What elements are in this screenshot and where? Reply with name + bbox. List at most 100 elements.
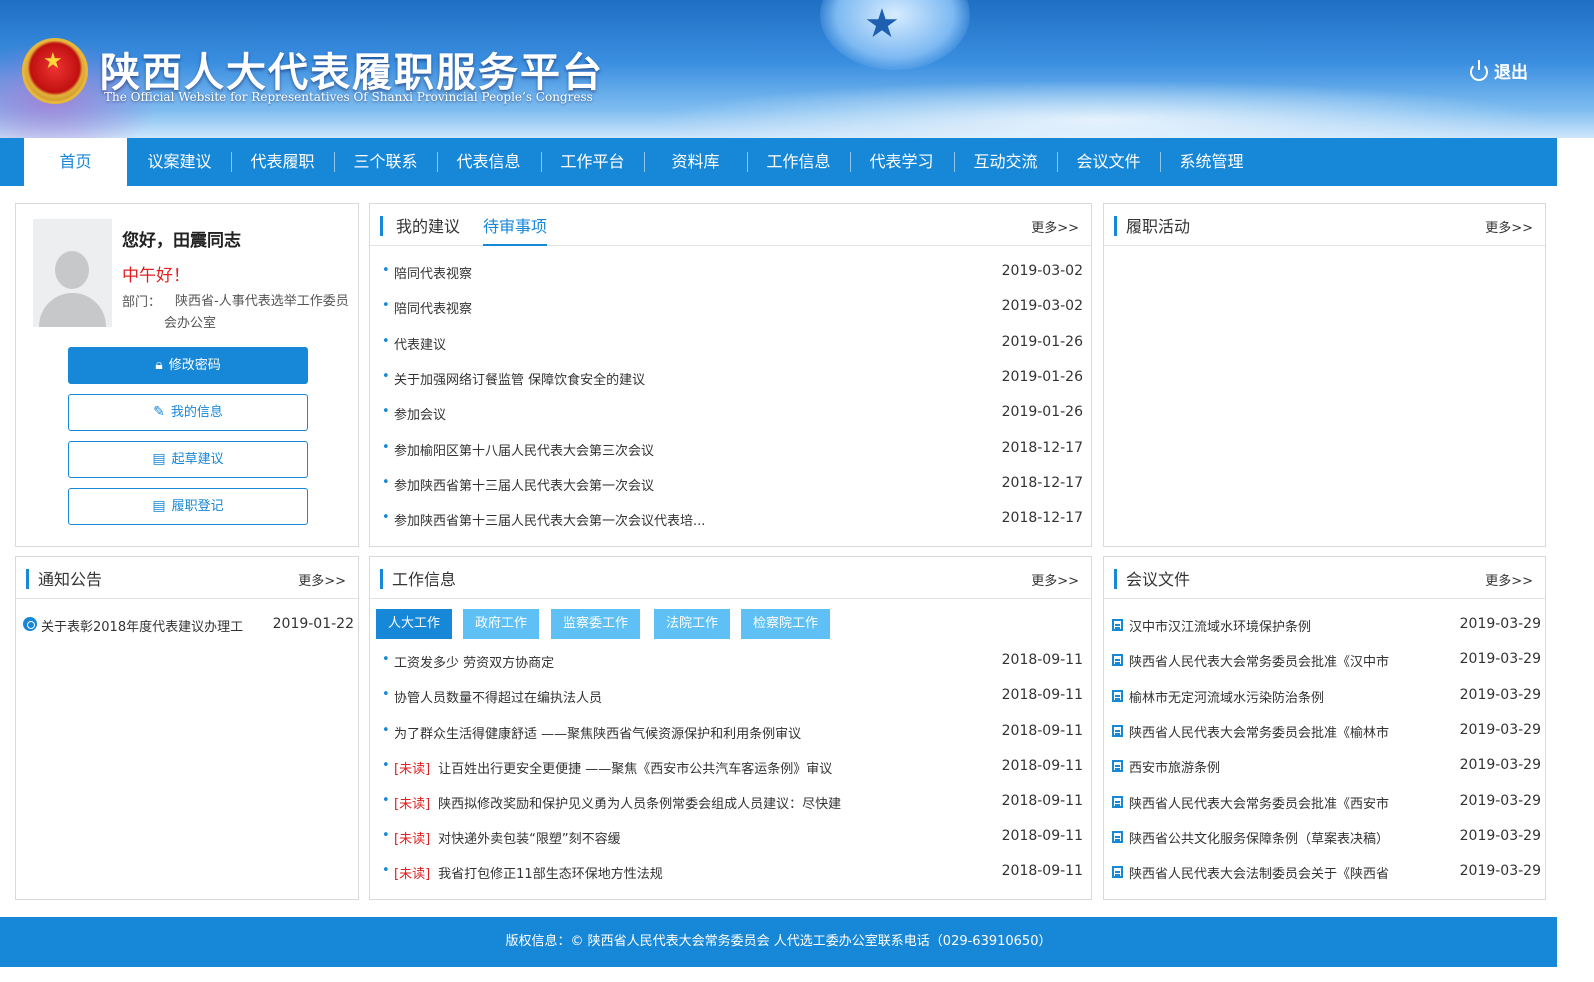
clipboard-icon: ▤ <box>152 451 166 467</box>
item-date: 2018-12-17 <box>1001 510 1083 526</box>
list-item[interactable]: • 参加陕西省第十三届人民代表大会第一次会议代表培... 2018-12-17 <box>382 510 1083 530</box>
notice-icon <box>23 617 37 631</box>
tab-government-work[interactable]: 政府工作 <box>463 609 540 639</box>
list-item[interactable]: • 参加陕西省第十三届人民代表大会第一次会议 2018-12-17 <box>382 475 1083 495</box>
work-info-panel: 工作信息 更多>> 人大工作 政府工作 监察委工作 法院工作 检察院工作 • 工资… <box>369 556 1092 900</box>
power-icon <box>1470 60 1488 81</box>
item-date: 2018-09-11 <box>1001 863 1083 879</box>
nav-item-meeting-docs[interactable]: 会议文件 <box>1057 138 1160 186</box>
list-item[interactable]: • [未读] 对快递外卖包装“限塑”刻不容缓 2018-09-11 <box>382 828 1083 848</box>
more-link[interactable]: 更多>> <box>298 570 346 589</box>
nav-item-interaction[interactable]: 互动交流 <box>954 138 1057 186</box>
nav-item-duties[interactable]: 代表履职 <box>231 138 334 186</box>
user-greeting: 您好，田震同志 <box>122 231 241 251</box>
more-link[interactable]: 更多>> <box>1485 570 1533 589</box>
dept-label: 部门： <box>122 295 162 310</box>
list-item[interactable]: • 为了群众生活得健康舒适 ——聚焦陕西省气候资源保护和利用条例审议 2018-09… <box>382 723 1083 743</box>
list-item[interactable]: • [未读] 让百姓出行更安全更便捷 ——聚焦《西安市公共汽车客运条例》审议 2018… <box>382 758 1083 778</box>
list-item[interactable]: 西安市旅游条例 2019-03-29 <box>1112 757 1541 777</box>
item-date: 2018-09-11 <box>1001 828 1083 844</box>
item-title: 陕西省公共文化服务保障条例（草案表决稿） <box>1129 832 1390 847</box>
list-item[interactable]: 陕西省人民代表大会常务委员会批准《西安市 2019-03-29 <box>1112 793 1541 813</box>
item-date: 2019-03-29 <box>1459 722 1541 738</box>
list-item[interactable]: • 参加会议 2019-01-26 <box>382 404 1083 424</box>
site-footer: 版权信息：© 陕西省人民代表大会常务委员会 人代选工委办公室联系电话（029-6… <box>0 917 1557 967</box>
item-title: 参加陕西省第十三届人民代表大会第一次会议代表培... <box>394 514 706 529</box>
list-item[interactable]: 榆林市无定河流域水污染防治条例 2019-03-29 <box>1112 687 1541 707</box>
panel-title: 工作信息 <box>392 570 457 589</box>
item-title: 汉中市汉江流域水环境保护条例 <box>1129 620 1312 635</box>
tab-court-work[interactable]: 法院工作 <box>654 609 731 639</box>
nav-item-library[interactable]: 资料库 <box>644 138 747 186</box>
change-password-button[interactable]: 🔒︎ 修改密码 <box>68 347 308 384</box>
nav-item-home[interactable]: 首页 <box>24 138 127 186</box>
my-info-label: 我的信息 <box>170 405 223 420</box>
list-item[interactable]: 陕西省公共文化服务保障条例（草案表决稿） 2019-03-29 <box>1112 828 1541 848</box>
item-title: 我省打包修正11部生态环保地方性法规 <box>438 867 663 882</box>
list-item[interactable]: • 陪同代表视察 2019-03-02 <box>382 298 1083 318</box>
bullet-icon: • <box>382 369 390 384</box>
nav-item-proposals[interactable]: 议案建议 <box>128 138 231 186</box>
list-item[interactable]: • 协管人员数量不得超过在编执法人员 2018-09-11 <box>382 687 1083 707</box>
more-link[interactable]: 更多>> <box>1031 570 1079 589</box>
item-title: 榆林市无定河流域水污染防治条例 <box>1129 691 1325 706</box>
bullet-icon: • <box>382 758 390 773</box>
item-date: 2018-09-11 <box>1001 652 1083 668</box>
list-item[interactable]: • [未读] 我省打包修正11部生态环保地方性法规 2018-09-11 <box>382 863 1083 883</box>
document-icon <box>1112 760 1123 772</box>
list-item[interactable]: • 参加榆阳区第十八届人民代表大会第三次会议 2018-12-17 <box>382 440 1083 460</box>
panel-title: 履职活动 <box>1126 217 1191 236</box>
bullet-icon: • <box>382 298 390 313</box>
avatar-head <box>55 251 89 289</box>
header-accent-bar <box>380 216 383 236</box>
nav-item-rep-info[interactable]: 代表信息 <box>437 138 540 186</box>
list-item[interactable]: • 工资发多少 劳资双方协商定 2018-09-11 <box>382 652 1083 672</box>
star-icon: ★ <box>864 1 900 47</box>
list-item[interactable]: 陕西省人民代表大会法制委员会关于《陕西省 2019-03-29 <box>1112 863 1541 883</box>
unread-badge: [未读] <box>394 762 431 777</box>
bullet-icon: • <box>382 687 390 702</box>
list-item[interactable]: • 陪同代表视察 2019-03-02 <box>382 263 1083 283</box>
item-title: 关于加强网络订餐监管 保障饮食安全的建议 <box>394 373 646 388</box>
list-item[interactable]: 陕西省人民代表大会常务委员会批准《汉中市 2019-03-29 <box>1112 651 1541 671</box>
list-item[interactable]: 关于表彰2018年度代表建议办理工 2019-01-22 <box>23 616 354 636</box>
copyright-text: 版权信息：© 陕西省人民代表大会常务委员会 人代选工委办公室联系电话（029-6… <box>505 934 1052 949</box>
time-greeting: 中午好！ <box>122 266 190 286</box>
dept-value: 陕西省-人事代表选举工作委员会办公室 <box>164 294 349 331</box>
list-item[interactable]: • 代表建议 2019-01-26 <box>382 334 1083 354</box>
profile-panel: 您好，田震同志 中午好！ 部门： 陕西省-人事代表选举工作委员会办公室 🔒︎ 修改… <box>15 203 359 547</box>
tab-supervision-work[interactable]: 监察委工作 <box>551 609 641 639</box>
main-nav: 首页 议案建议 代表履职 三个联系 代表信息 工作平台 资料库 工作信息 代表学… <box>0 138 1557 186</box>
item-date: 2019-01-26 <box>1001 369 1083 385</box>
item-date: 2018-09-11 <box>1001 758 1083 774</box>
meeting-docs-panel: 会议文件 更多>> 汉中市汉江流域水环境保护条例 2019-03-29 陕西省人民… <box>1103 556 1546 900</box>
item-title: 工资发多少 劳资双方协商定 <box>394 656 555 671</box>
my-info-button[interactable]: ✎ 我的信息 <box>68 394 308 431</box>
logout-button[interactable]: 退出 <box>1470 58 1528 83</box>
draft-suggestion-button[interactable]: ▤ 起草建议 <box>68 441 308 478</box>
tab-procuratorate-work[interactable]: 检察院工作 <box>741 609 831 639</box>
document-icon <box>1112 654 1123 666</box>
list-item[interactable]: 陕西省人民代表大会常务委员会批准《榆林市 2019-03-29 <box>1112 722 1541 742</box>
bullet-icon: • <box>382 828 390 843</box>
unread-badge: [未读] <box>394 797 431 812</box>
list-item[interactable]: • 关于加强网络订餐监管 保障饮食安全的建议 2019-01-26 <box>382 369 1083 389</box>
nav-item-system[interactable]: 系统管理 <box>1160 138 1263 186</box>
tab-my-suggestions[interactable]: 我的建议 <box>396 213 460 246</box>
list-item[interactable]: 汉中市汉江流域水环境保护条例 2019-03-29 <box>1112 616 1541 636</box>
tab-pending-items[interactable]: 待审事项 <box>483 213 548 246</box>
nav-item-three-contacts[interactable]: 三个联系 <box>334 138 437 186</box>
list-item[interactable]: • [未读] 陕西拟修改奖励和保护见义勇为人员条例常委会组成人员建议：尽快建 2018… <box>382 793 1083 813</box>
nav-item-learning[interactable]: 代表学习 <box>850 138 953 186</box>
item-title: 为了群众生活得健康舒适 ——聚焦陕西省气候资源保护和利用条例审议 <box>394 727 802 742</box>
more-link[interactable]: 更多>> <box>1485 217 1533 236</box>
panel-header: 我的建议 待审事项 更多>> <box>370 204 1091 246</box>
duty-register-button[interactable]: ▤ 履职登记 <box>68 488 308 525</box>
nav-item-work-info[interactable]: 工作信息 <box>747 138 850 186</box>
more-link[interactable]: 更多>> <box>1031 217 1079 236</box>
nav-item-work-platform[interactable]: 工作平台 <box>541 138 644 186</box>
document-icon <box>1112 619 1123 631</box>
activities-panel: 履职活动 更多>> <box>1103 203 1546 547</box>
item-title: 陪同代表视察 <box>394 302 473 317</box>
tab-npc-work[interactable]: 人大工作 <box>376 609 453 639</box>
